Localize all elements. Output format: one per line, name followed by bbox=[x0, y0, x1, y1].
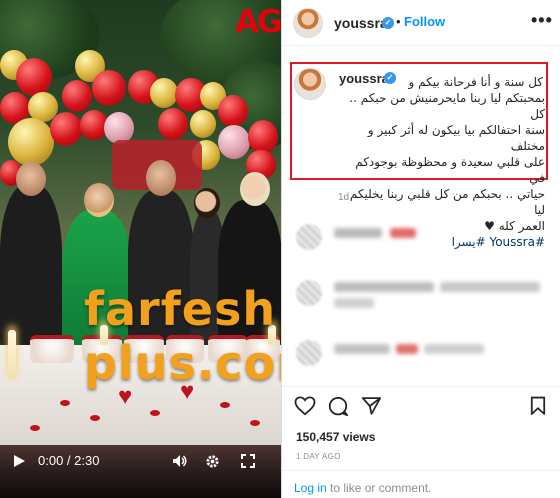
comment-avatar bbox=[296, 224, 322, 250]
separator-dot: • bbox=[396, 14, 401, 29]
divider bbox=[282, 386, 560, 387]
balloon bbox=[8, 118, 54, 166]
comment-text-blurred bbox=[440, 282, 540, 292]
volume-icon[interactable] bbox=[172, 454, 188, 468]
follow-button[interactable]: Follow bbox=[404, 14, 445, 29]
post-timestamp[interactable]: 1 DAY AGO bbox=[296, 452, 341, 461]
avatar[interactable] bbox=[293, 8, 323, 38]
comment-username-blurred bbox=[334, 228, 382, 238]
balloon bbox=[50, 112, 82, 146]
comment-username-blurred bbox=[334, 344, 390, 354]
petal bbox=[60, 400, 70, 406]
comment-text-blurred bbox=[390, 228, 416, 238]
caption-line: سنة احتفالكم بيا بيكون له أثر كبير و مخت… bbox=[367, 123, 545, 153]
header-username[interactable]: youssra bbox=[334, 15, 388, 31]
balloon bbox=[150, 78, 178, 108]
petal bbox=[90, 415, 100, 421]
bookmark-icon[interactable] bbox=[530, 396, 546, 416]
petal bbox=[220, 402, 230, 408]
petal bbox=[150, 410, 160, 416]
comment-icon[interactable] bbox=[327, 395, 349, 417]
share-icon[interactable] bbox=[361, 396, 382, 416]
caption-line: كل سنة و أنا فرحانة بيكم و bbox=[408, 75, 544, 89]
balloon bbox=[218, 125, 250, 159]
login-link[interactable]: Log in bbox=[294, 481, 327, 495]
person-head bbox=[240, 172, 270, 206]
divider bbox=[281, 0, 282, 498]
caption-avatar[interactable] bbox=[294, 68, 326, 100]
caption-line: بمحبتكم ليا ربنا مايحرمنيش من حبكم .. كل bbox=[349, 91, 545, 121]
divider bbox=[282, 470, 560, 471]
comment-text-blurred bbox=[334, 282, 434, 292]
balloon bbox=[248, 120, 278, 154]
gear-icon[interactable] bbox=[205, 454, 220, 469]
caption-line: على قلبي سعيدة و محظوظة بوجودكم في bbox=[355, 155, 545, 185]
fullscreen-icon[interactable] bbox=[241, 454, 255, 468]
post-actions bbox=[282, 392, 560, 422]
ag-logo: AG bbox=[235, 4, 282, 40]
balloon bbox=[16, 58, 52, 96]
candle bbox=[8, 330, 16, 380]
person-head bbox=[146, 160, 176, 196]
comment-text-blurred bbox=[424, 344, 484, 354]
heart-icon[interactable] bbox=[294, 396, 316, 416]
balloon bbox=[62, 80, 92, 112]
petal bbox=[250, 420, 260, 426]
person-head bbox=[16, 162, 46, 196]
video-time: 0:00 / 2:30 bbox=[38, 453, 100, 468]
comment-avatar bbox=[296, 280, 322, 306]
balloon bbox=[92, 70, 126, 106]
cake bbox=[30, 335, 74, 363]
comment-row bbox=[290, 278, 552, 308]
comment-row bbox=[290, 338, 552, 368]
balloon bbox=[218, 95, 248, 127]
play-icon[interactable] bbox=[12, 454, 26, 468]
caption-age: 1d bbox=[338, 192, 350, 203]
farfesh-watermark: farfesh plus.com bbox=[84, 282, 282, 390]
verified-badge-icon: ✓ bbox=[382, 17, 394, 29]
petal bbox=[30, 425, 40, 431]
balloon bbox=[158, 108, 188, 140]
comment-avatar bbox=[296, 340, 322, 366]
comment-text-blurred bbox=[396, 344, 418, 354]
login-prompt: Log in to like or comment. bbox=[294, 481, 431, 495]
person-head bbox=[194, 188, 220, 218]
login-suffix: to like or comment. bbox=[326, 481, 432, 495]
person-head bbox=[84, 183, 114, 217]
views-count[interactable]: 150,457 views bbox=[296, 430, 375, 444]
more-options-icon[interactable]: ••• bbox=[531, 10, 553, 31]
balloon bbox=[190, 110, 216, 138]
video-player[interactable]: ♥ ♥ AG farfesh plus.com 0:00 / 2:30 bbox=[0, 0, 282, 498]
comment-text-blurred bbox=[334, 298, 374, 308]
caption-line: حياتي .. بحبكم من كل قلبي ربنا يخليكم لي… bbox=[349, 187, 545, 217]
comment-row bbox=[290, 222, 552, 252]
